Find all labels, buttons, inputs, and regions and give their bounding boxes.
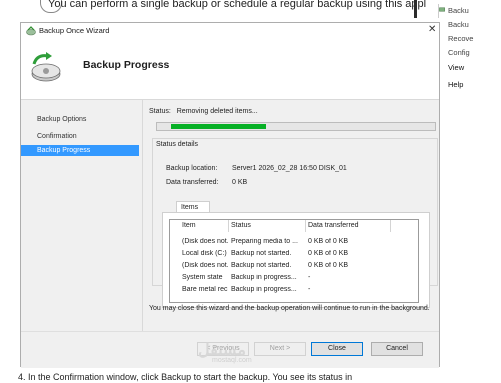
column-header-status[interactable]: Status [231,222,251,229]
column-divider [390,220,391,232]
status-label: Status: [149,108,171,115]
close-button[interactable]: Close [311,342,363,356]
cancel-button[interactable]: Cancel [371,342,423,356]
table-cell-data: 0 KB of 0 KB [308,262,349,269]
backup-location-value: Server1 2026_02_28 16:50 DISK_01 [232,165,347,172]
document-step-text: 4. In the Confirmation window, click Bac… [18,372,353,382]
window-title: Backup Once Wizard [39,26,110,35]
table-cell-data: 0 KB of 0 KB [308,238,349,245]
backup-small-icon [439,7,445,12]
document-top-strip: You can perform a single backup or sched… [0,0,501,22]
document-intro-text: You can perform a single backup or sched… [48,0,427,10]
status-row: Status: Removing deleted items... [149,108,258,115]
table-cell-status: Backup not started. [231,262,292,269]
status-details-group: Status details Backup location: Server1 … [152,138,438,308]
action-configure[interactable]: Config [448,48,470,57]
nav-backup-progress[interactable]: Backup Progress [21,145,139,156]
actions-pane: Backu Backu Recove Config View Help [438,0,501,210]
progress-fill [171,124,266,129]
action-help[interactable]: Help [448,80,463,89]
watermark-url: mostaql.com [212,357,252,364]
table-cell-item: (Disk does not... [182,238,228,245]
table-cell-status: Backup in progress... [231,286,297,293]
wizard-app-icon [26,26,36,36]
data-transferred-value: 0 KB [232,179,248,186]
table-cell-data: - [308,274,311,281]
wizard-header: Backup Progress [21,39,439,100]
table-cell-status: Preparing media to ... [231,238,298,245]
title-bar: Backup Once Wizard ✕ [21,23,439,39]
wizard-steps-nav: Backup Options Confirmation Backup Progr… [21,100,143,368]
status-details-title: Status details [155,141,200,148]
wizard-content: Status: Removing deleted items... Status… [142,100,440,355]
data-transferred-label: Data transferred: [166,179,219,186]
table-cell-data: 0 KB of 0 KB [308,250,349,257]
next-button[interactable]: Next > [254,342,306,356]
background-note: You may close this wizard and the backup… [149,305,430,312]
table-cell-item: Bare metal rec... [182,286,228,293]
nav-backup-options[interactable]: Backup Options [21,114,139,125]
action-recover[interactable]: Recove [448,34,473,43]
page-title: Backup Progress [83,59,170,71]
text-cursor-bar [414,0,417,18]
progress-bar [156,122,436,131]
column-divider [305,220,306,232]
table-cell-item: System state [182,274,223,281]
table-cell-item: Local disk (C:) [182,250,227,257]
nav-confirmation[interactable]: Confirmation [21,131,139,142]
backup-location-label: Backup location: [166,165,218,172]
items-table[interactable]: Item Status Data transferred (Disk does … [169,219,419,303]
close-icon[interactable]: ✕ [428,24,436,35]
column-header-item[interactable]: Item [182,222,196,229]
column-divider [228,220,229,232]
action-backup-once[interactable]: Backu [448,20,469,29]
tab-items-label: Items [181,204,199,211]
action-backup-schedule[interactable]: Backu [448,6,469,15]
backup-disk-icon [31,52,61,82]
status-value: Removing deleted items... [176,108,258,115]
backup-once-wizard-dialog: Backup Once Wizard ✕ Backup Progress Bac… [20,22,440,368]
table-cell-item: (Disk does not... [182,262,228,269]
column-header-data-transferred[interactable]: Data transferred [308,222,359,229]
items-tab-panel: Item Status Data transferred (Disk does … [162,212,430,308]
table-cell-status: Backup not started. [231,250,292,257]
table-cell-status: Backup in progress... [231,274,297,281]
table-cell-data: - [308,286,311,293]
action-view[interactable]: View [448,63,464,72]
